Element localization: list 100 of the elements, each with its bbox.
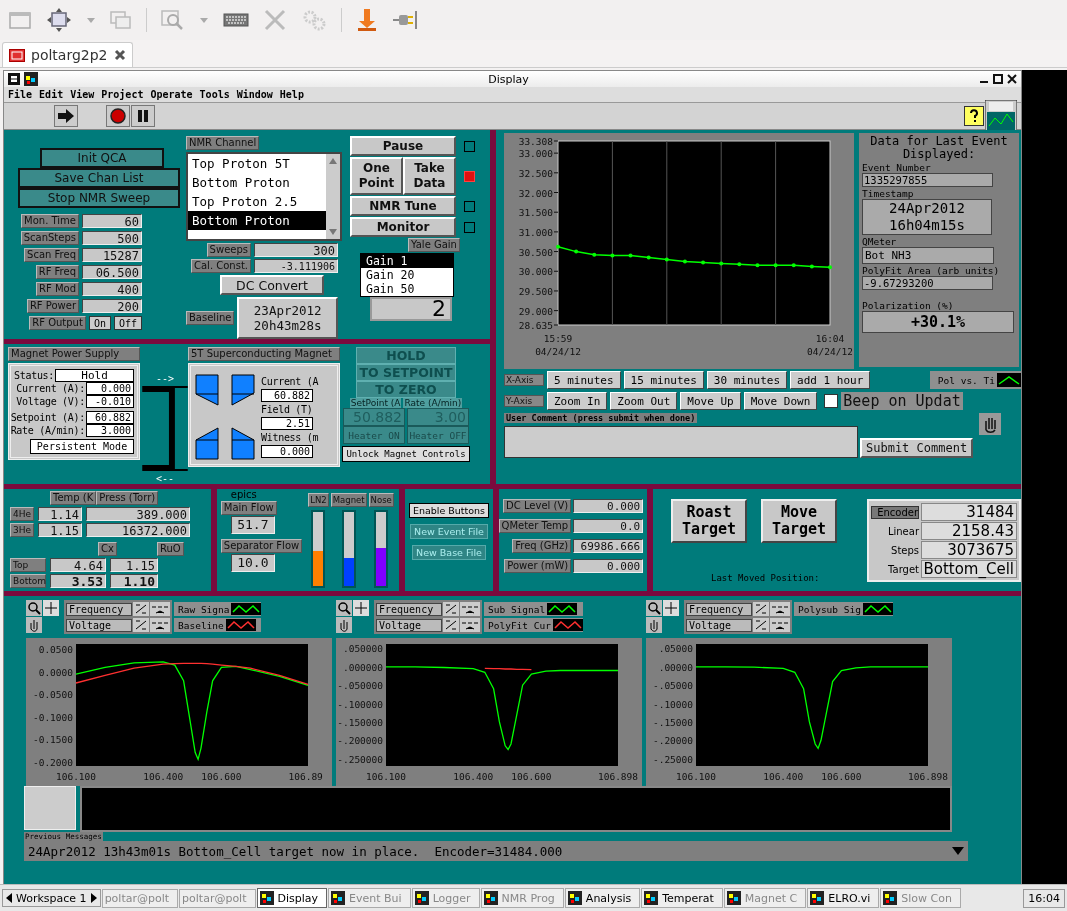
mode-button[interactable]: NMR Tune — [350, 196, 456, 216]
plot-legend[interactable]: Raw Signa — [174, 602, 262, 616]
submit-button[interactable]: Submit Comment — [860, 438, 974, 458]
plot-legend[interactable]: Baseline — [174, 618, 262, 632]
cursor-tool-icon[interactable] — [353, 600, 369, 616]
scale-lock-icon[interactable] — [443, 618, 459, 632]
format-icon[interactable] — [460, 618, 480, 632]
gain-item[interactable]: Gain 20 — [361, 268, 453, 282]
dc-convert-button[interactable]: DC Convert — [220, 275, 324, 295]
checkbox[interactable] — [824, 394, 839, 408]
menu-item[interactable]: Window — [236, 89, 273, 100]
close-icon[interactable] — [113, 49, 126, 61]
y-axis-button[interactable]: Zoom In — [547, 392, 608, 410]
pause-button[interactable] — [131, 105, 155, 127]
x-axis-button[interactable]: 30 minutes — [706, 371, 788, 389]
param-field[interactable]: 500 — [82, 231, 142, 245]
mode-button[interactable]: Pause — [350, 136, 456, 156]
hand-icon[interactable] — [26, 617, 42, 633]
hand-icon[interactable] — [336, 617, 352, 633]
gain-item[interactable]: Gain 1 — [361, 254, 453, 268]
scale-lock-icon[interactable] — [443, 602, 459, 616]
zoom-tool-icon[interactable] — [336, 600, 352, 616]
menu-item[interactable]: Help — [279, 89, 304, 100]
plot-legend[interactable]: Sub Signal — [484, 602, 583, 616]
cursor-tool-icon[interactable] — [663, 600, 679, 616]
scrollbar[interactable] — [326, 154, 340, 240]
y-axis-button[interactable]: Move Down — [743, 392, 818, 410]
y-axis-button[interactable]: Zoom Out — [610, 392, 678, 410]
message-dropdown[interactable]: 24Apr2012 13h43m01s Bottom_Cell target now in place. Encoder=31484.000 — [24, 841, 968, 861]
sweeps-field[interactable]: 300 — [254, 243, 338, 258]
plot-legend[interactable]: PolyFit Cur — [484, 618, 583, 632]
param-field[interactable]: 15287 — [82, 248, 142, 262]
hand-icon[interactable] — [979, 413, 1002, 435]
scale-lock-icon[interactable] — [133, 618, 149, 632]
hand-icon[interactable] — [646, 617, 662, 633]
plot-legend[interactable]: Pol vs. Ti — [929, 371, 1021, 389]
mode-button[interactable]: Monitor — [350, 217, 456, 237]
run-continuously-button[interactable] — [54, 105, 78, 127]
taskbar-item[interactable]: Display — [256, 888, 328, 908]
mode-button[interactable]: Take Data — [403, 157, 456, 195]
mode-button[interactable]: One Point — [350, 157, 403, 195]
param-field[interactable]: 200 — [82, 299, 142, 313]
format-icon[interactable] — [770, 602, 790, 616]
left-arrow-icon[interactable] — [4, 891, 14, 905]
zoom-tool-icon[interactable] — [646, 600, 662, 616]
param-field[interactable]: 60 — [82, 214, 142, 228]
nmr-button[interactable]: Stop NMR Sweep — [18, 188, 180, 208]
right-arrow-icon[interactable] — [88, 891, 99, 905]
scale-lock-icon[interactable] — [133, 602, 149, 616]
menu-item[interactable]: Edit — [39, 89, 64, 100]
rf-output-button[interactable]: Off — [113, 316, 142, 330]
nmr-button[interactable]: Save Chan List — [18, 168, 180, 188]
menu-item[interactable]: View — [70, 89, 95, 100]
x-axis-button[interactable]: 5 minutes — [547, 371, 621, 389]
x-axis-button[interactable]: add 1 hour — [790, 371, 871, 389]
tab[interactable]: poltarg2p2 — [2, 42, 133, 67]
abort-button[interactable] — [106, 105, 130, 127]
y-axis-button[interactable]: Move Up — [680, 392, 741, 410]
param-field[interactable]: 06.500 — [82, 265, 142, 279]
channel-item[interactable]: Top Proton 2.5 — [188, 192, 326, 211]
channel-item[interactable]: Top Proton 5T — [188, 154, 326, 173]
keyboard-icon[interactable] — [223, 12, 249, 28]
init-qca-button[interactable]: Init QCA — [40, 148, 164, 168]
scale-lock-icon[interactable] — [753, 618, 769, 632]
close-icon[interactable] — [1007, 74, 1017, 84]
taskbar-item[interactable]: Temperat — [641, 888, 723, 908]
param-field[interactable]: 400 — [82, 282, 142, 296]
format-icon[interactable] — [150, 618, 170, 632]
target-button[interactable]: Move Target — [761, 499, 837, 543]
help-icon[interactable] — [964, 106, 984, 126]
download-arrow-icon[interactable] — [356, 8, 378, 32]
plug-icon[interactable] — [392, 10, 418, 30]
rf-output-button[interactable]: On — [88, 316, 111, 330]
format-icon[interactable] — [150, 602, 170, 616]
menu-item[interactable]: Operate — [150, 89, 193, 100]
up-arrow-icon[interactable] — [327, 156, 339, 166]
plot-legend[interactable]: Polysub Sig — [794, 602, 893, 616]
menu-item[interactable]: File — [8, 89, 33, 100]
format-icon[interactable] — [770, 618, 790, 632]
channel-item[interactable]: Bottom Proton — [188, 211, 326, 230]
scale-lock-icon[interactable] — [753, 602, 769, 616]
move-window-icon[interactable] — [46, 8, 72, 32]
channel-item[interactable]: Bottom Proton — [188, 173, 326, 192]
menu-item[interactable]: Tools — [199, 89, 230, 100]
menu-item[interactable]: Project — [101, 89, 144, 100]
format-icon[interactable] — [460, 602, 480, 616]
comment-field[interactable] — [504, 426, 858, 458]
persistent-mode-button[interactable]: Persistent Mode — [30, 439, 134, 454]
taskbar-item[interactable]: Analysis — [564, 888, 641, 908]
dropdown-arrow-icon[interactable] — [952, 847, 964, 855]
file-button[interactable]: Enable Buttons — [408, 503, 490, 518]
gain-item[interactable]: Gain 50 — [361, 282, 453, 296]
unlock-button[interactable]: Unlock Magnet Controls — [342, 446, 470, 462]
maximize-icon[interactable] — [993, 74, 1003, 84]
cursor-tool-icon[interactable] — [43, 600, 59, 616]
target-button[interactable]: Roast Target — [671, 499, 747, 543]
zoom-tool-icon[interactable] — [26, 600, 42, 616]
x-axis-button[interactable]: 15 minutes — [623, 371, 704, 389]
taskbar-item[interactable]: ELRO.vi — [807, 888, 880, 908]
window-menu-icon[interactable] — [8, 73, 20, 85]
